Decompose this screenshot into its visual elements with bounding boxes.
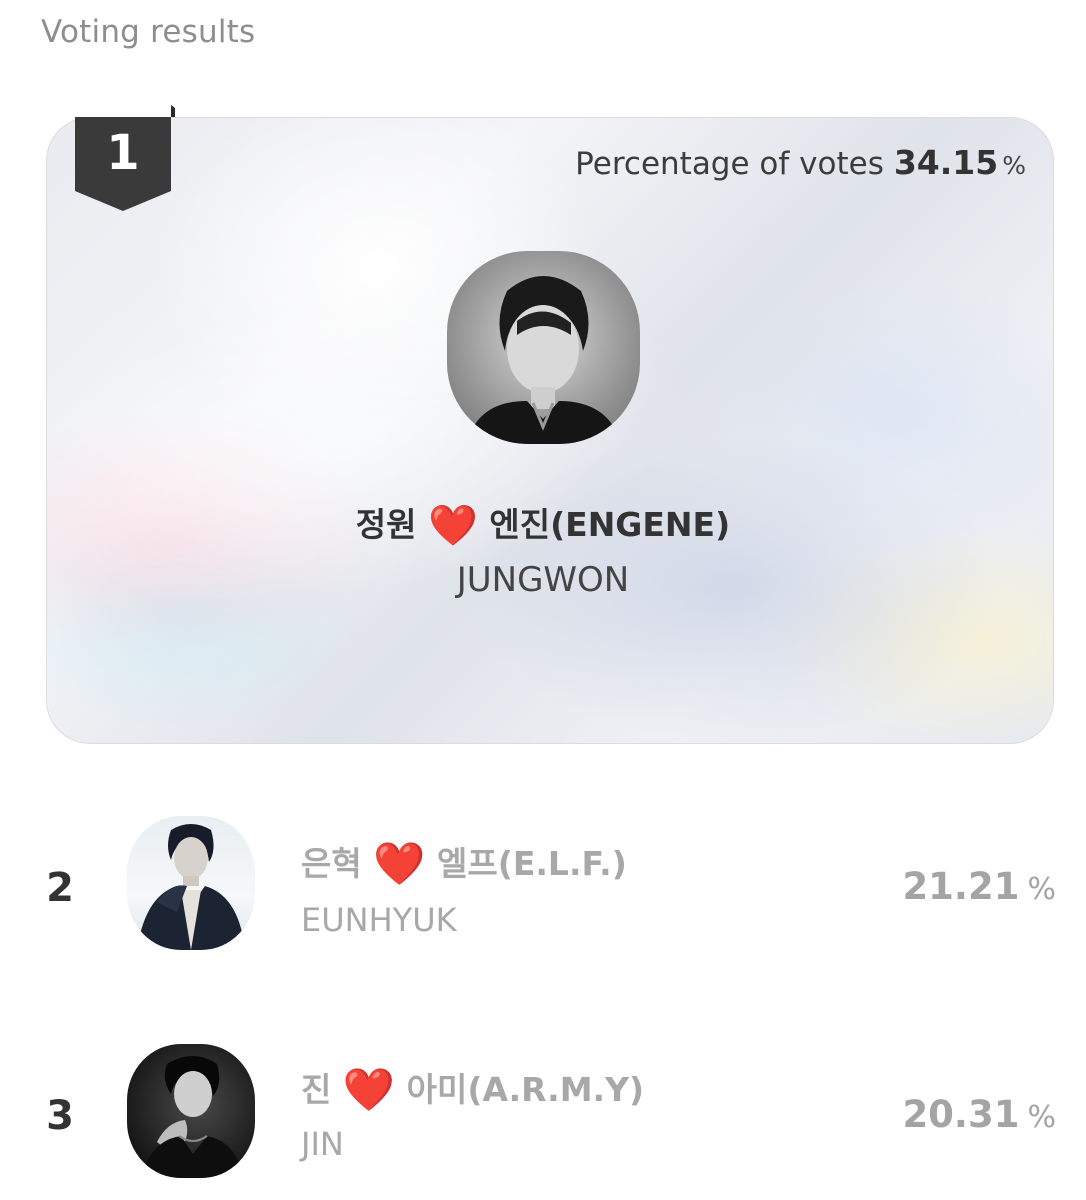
rank-badge: 1: [75, 105, 175, 211]
vote-percentage-value: 21.21: [902, 865, 1020, 908]
contestant-fandom: 엘프(E.L.F.): [437, 844, 627, 883]
rank-number: 1: [106, 125, 140, 181]
jin-photo: [141, 1056, 243, 1178]
votes-unit: %: [1002, 151, 1026, 180]
heart-icon: ❤️: [373, 839, 426, 888]
rank-number: 3: [46, 1093, 74, 1139]
heart-icon: ❤️: [342, 1065, 396, 1114]
eunhyuk-photo: [137, 824, 245, 950]
avatar[interactable]: [127, 1044, 255, 1178]
heart-icon: ❤️: [428, 503, 478, 549]
winner-avatar[interactable]: [447, 251, 640, 444]
vote-percentage-unit: %: [1027, 872, 1056, 907]
winner-photo: [467, 276, 621, 444]
avatar[interactable]: [127, 816, 255, 950]
winner-name-english: JUNGWON: [456, 560, 630, 600]
vote-percentage: 21.21 %: [902, 865, 1056, 908]
contestant-name-korean: 진: [301, 1070, 332, 1109]
voting-results-page: Voting results 1 Percentage of votes 34.…: [0, 0, 1086, 1200]
contestant-name: 은혁 ❤️ 엘프(E.L.F.): [301, 837, 627, 889]
contestant-fandom: 아미(A.R.M.Y): [406, 1070, 645, 1109]
votes-value: 34.15: [893, 143, 999, 182]
winner-name-korean: 정원: [355, 505, 417, 544]
winner-name: 정원 ❤️ 엔진(ENGENE): [0, 498, 1086, 549]
votes-summary: Percentage of votes 34.15 %: [575, 143, 1026, 182]
contestant-name-english: EUNHYUK: [301, 901, 457, 939]
section-title: Voting results: [41, 14, 256, 50]
rank-number: 2: [46, 865, 74, 911]
contestant-name-english: JIN: [301, 1125, 344, 1163]
vote-percentage: 20.31 %: [902, 1093, 1056, 1136]
list-item[interactable]: 2 은혁 ❤️ 엘프(E.L.F.) EUNHYUK 21.21 %: [0, 815, 1086, 955]
contestant-name-korean: 은혁: [301, 844, 362, 883]
contestant-name: 진 ❤️ 아미(A.R.M.Y): [301, 1063, 644, 1115]
winner-fandom: 엔진(ENGENE): [489, 505, 731, 544]
votes-label: Percentage of votes: [575, 146, 884, 182]
vote-percentage-unit: %: [1027, 1100, 1056, 1135]
vote-percentage-value: 20.31: [902, 1093, 1020, 1136]
list-item[interactable]: 3 진 ❤️ 아미(A.R.M.Y) JIN 20.31 %: [0, 1043, 1086, 1183]
